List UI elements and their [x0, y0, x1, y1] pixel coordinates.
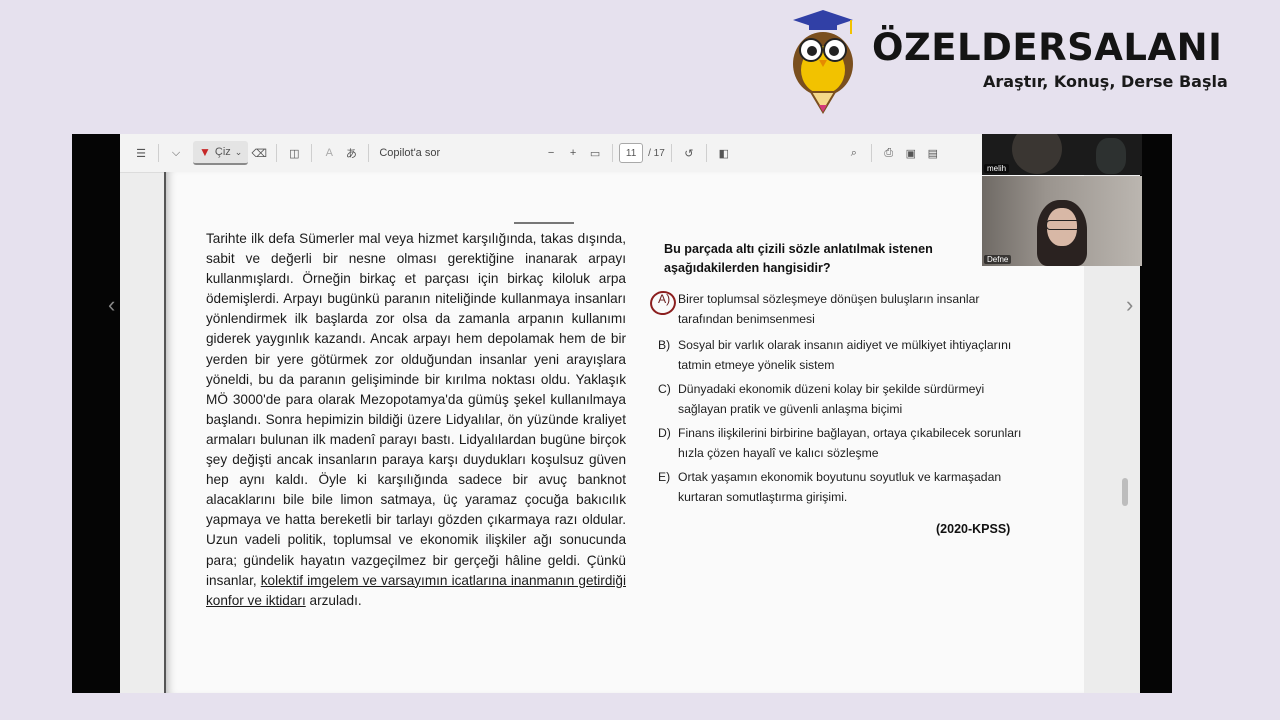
text-size-icon[interactable]: A — [318, 141, 340, 165]
option-text: Birer toplumsal sözleşmeye dönüşen buluş… — [678, 292, 980, 326]
two-page-icon[interactable]: ◧ — [713, 141, 735, 165]
option-a[interactable]: A) Birer toplumsal sözleşmeye dönüşen bu… — [658, 290, 1024, 329]
option-text: Finans ilişkilerini birbirine bağlayan, … — [678, 426, 1022, 460]
participant-video — [1096, 138, 1126, 174]
option-e[interactable]: E) Ortak yaşamın ekonomik boyutunu soyut… — [658, 468, 1024, 507]
page-view-icon[interactable]: ◫ — [283, 141, 305, 165]
print-icon[interactable]: ⎙ — [878, 141, 900, 165]
question-source: (2020-KPSS) — [936, 522, 1011, 536]
save-icon[interactable]: ▣ — [900, 141, 922, 165]
participant-video — [1012, 134, 1062, 174]
option-letter: C) — [658, 382, 671, 396]
option-text: Sosyal bir varlık olarak insanın aidiyet… — [678, 338, 1012, 372]
toolbar-divider — [670, 144, 672, 162]
toolbar-divider — [368, 144, 370, 162]
toolbar-divider — [705, 144, 707, 162]
draw-pen-icon: ▼ — [199, 145, 211, 159]
shared-screen: ☰ ⌵ ▼ Çiz ⌄ ⌫ ◫ A あ Copilot'a sor − + ▭ … — [72, 134, 1172, 693]
toolbar-divider — [311, 144, 313, 162]
webcam-tile: Defne — [982, 176, 1142, 266]
toolbar-divider — [276, 144, 278, 162]
participant-name: melih — [984, 164, 1010, 173]
option-b[interactable]: B) Sosyal bir varlık olarak insanın aidi… — [658, 336, 1024, 375]
zoom-out-icon[interactable]: − — [540, 141, 562, 165]
read-aloud-icon[interactable]: あ — [340, 141, 362, 165]
fit-page-icon[interactable]: ▭ — [584, 141, 606, 165]
draw-button[interactable]: ▼ Çiz ⌄ — [193, 141, 249, 165]
page-ornament — [514, 216, 574, 224]
chevron-down-icon: ⌄ — [234, 146, 243, 157]
option-letter: B) — [658, 338, 671, 352]
option-text: Ortak yaşamın ekonomik boyutunu soyutluk… — [678, 470, 1002, 504]
toolbar-divider — [158, 144, 159, 162]
glasses-icon — [1046, 220, 1080, 230]
owl-logo-icon — [793, 10, 853, 114]
page-tear-left-icon: ‹ — [108, 292, 116, 317]
page-total: / 17 — [648, 147, 665, 159]
reading-passage: Tarihte ilk defa Sümerler mal veya hizme… — [206, 229, 626, 611]
option-letter: A) — [658, 292, 671, 306]
save-as-icon[interactable]: ▤ — [922, 141, 944, 165]
option-letter: E) — [658, 470, 671, 484]
draw-label: Çiz — [214, 146, 231, 158]
toolbar-divider — [612, 144, 614, 162]
underlined-phrase: kolektif imgelem ve varsayımın icatların… — [206, 572, 626, 608]
passage-text: Tarihte ilk defa Sümerler mal veya hizme… — [206, 231, 626, 588]
page-number-input[interactable]: 11 — [619, 143, 644, 163]
rotate-icon[interactable]: ↺ — [678, 141, 700, 165]
option-text: Dünyadaki ekonomik düzeni kolay bir şeki… — [678, 382, 985, 416]
toolbar-divider — [870, 144, 872, 162]
scrollbar-thumb[interactable] — [1122, 478, 1128, 506]
highlight-icon[interactable]: ⌵ — [165, 141, 187, 165]
brand-slogan: Araştır, Konuş, Derse Başla — [983, 72, 1228, 91]
contents-icon[interactable]: ☰ — [130, 141, 152, 165]
zoom-in-icon[interactable]: + — [562, 141, 584, 165]
page-tear-right-icon: › — [1126, 292, 1134, 317]
participant-name: Defne — [984, 255, 1012, 264]
passage-ending: arzuladı. — [309, 592, 362, 608]
search-icon[interactable]: ⌕ — [843, 141, 865, 165]
copilot-ask-button[interactable]: Copilot'a sor — [379, 141, 440, 165]
webcam-tile: melih — [982, 134, 1142, 175]
brand-header: ÖZELDERSALANI Araştır, Konuş, Derse Başl… — [785, 6, 1245, 116]
pdf-toolbar: ☰ ⌵ ▼ Çiz ⌄ ⌫ ◫ A あ Copilot'a sor − + ▭ … — [120, 134, 982, 173]
option-c[interactable]: C) Dünyadaki ekonomik düzeni kolay bir ş… — [658, 380, 1024, 419]
eraser-icon[interactable]: ⌫ — [248, 141, 270, 165]
question-stem: Bu parçada altı çizili sözle anlatılmak … — [664, 242, 933, 275]
option-d[interactable]: D) Finans ilişkilerini birbirine bağlaya… — [658, 424, 1024, 463]
brand-title: ÖZELDERSALANI — [872, 26, 1223, 69]
document-page: Tarihte ilk defa Sümerler mal veya hizme… — [164, 172, 1086, 693]
option-letter: D) — [658, 426, 671, 440]
